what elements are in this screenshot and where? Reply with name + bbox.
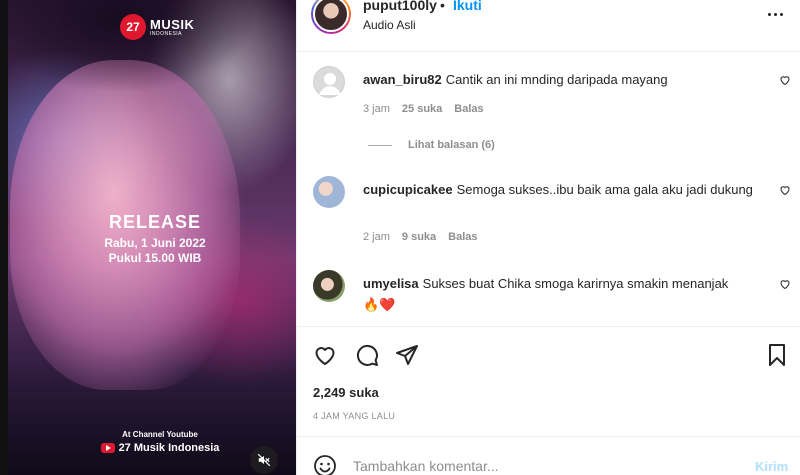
comment-text-block: cupicupicakee Semoga sukses..ibu baik ama… bbox=[363, 179, 763, 200]
comment-icon[interactable] bbox=[355, 343, 379, 367]
more-horizontal-icon[interactable] bbox=[763, 4, 787, 24]
comment-meta: 2 jam 9 suka Balas bbox=[363, 231, 478, 243]
comment-meta: 3 jam 25 suka Balas bbox=[363, 103, 484, 115]
default-avatar-icon bbox=[319, 73, 341, 95]
brand-logo: 27 MUSIK INDONESIA bbox=[120, 14, 194, 40]
action-bar: 2,249 suka 4 JAM YANG LALU bbox=[297, 326, 800, 426]
speaker-muted-glyph bbox=[257, 453, 271, 467]
commenter-avatar[interactable] bbox=[313, 176, 345, 208]
comment-text-block: awan_biru82 Cantik an ini mnding daripada… bbox=[363, 69, 763, 90]
view-replies-button[interactable]: Lihat balasan (6) bbox=[368, 139, 495, 151]
author-username[interactable]: puput100ly bbox=[363, 0, 437, 13]
bookmark-icon[interactable] bbox=[765, 343, 789, 367]
post-header: puput100ly • Ikuti Audio Asli bbox=[297, 0, 800, 52]
smiley-icon[interactable] bbox=[313, 454, 337, 475]
send-icon[interactable] bbox=[395, 343, 419, 367]
likes-count[interactable]: 2,249 suka bbox=[313, 385, 379, 400]
post-comment-button[interactable]: Kirim bbox=[755, 459, 788, 474]
commenter-username[interactable]: cupicupicakee bbox=[363, 182, 453, 197]
channel-info: At Channel Youtube 27 Musik Indonesia bbox=[90, 430, 230, 454]
author-avatar[interactable] bbox=[311, 0, 351, 34]
commenter-avatar[interactable] bbox=[313, 66, 345, 98]
replies-divider bbox=[368, 144, 392, 146]
release-time: Pukul 15.00 WIB bbox=[108, 251, 202, 265]
header-separator: • bbox=[440, 0, 445, 13]
channel-name: 27 Musik Indonesia bbox=[118, 442, 220, 454]
comment-time: 2 jam bbox=[363, 231, 390, 243]
audio-link[interactable]: Audio Asli bbox=[363, 18, 416, 32]
brand-name: MUSIK bbox=[150, 16, 195, 32]
comment-heart-icon[interactable] bbox=[779, 278, 791, 290]
comment-input[interactable] bbox=[353, 453, 733, 475]
post-time: 4 JAM YANG LALU bbox=[313, 411, 396, 421]
reply-button[interactable]: Balas bbox=[448, 231, 477, 243]
commenter-username[interactable]: umyelisa bbox=[363, 276, 419, 291]
comment-text: Semoga sukses..ibu baik ama gala aku jad… bbox=[456, 182, 753, 197]
heart-icon[interactable] bbox=[313, 343, 337, 367]
comment-heart-icon[interactable] bbox=[779, 74, 791, 86]
commenter-avatar[interactable] bbox=[313, 270, 345, 302]
comment-heart-icon[interactable] bbox=[779, 184, 791, 196]
reply-button[interactable]: Balas bbox=[454, 103, 483, 115]
comment-likes[interactable]: 9 suka bbox=[402, 231, 436, 243]
comment-text: Cantik an ini mnding daripada mayang bbox=[445, 72, 668, 87]
youtube-icon bbox=[100, 443, 115, 453]
follow-button[interactable]: Ikuti bbox=[453, 0, 482, 13]
release-date: Rabu, 1 Juni 2022 bbox=[104, 236, 206, 250]
speaker-muted-icon[interactable] bbox=[250, 446, 278, 474]
comment-time: 3 jam bbox=[363, 103, 390, 115]
view-replies-label: Lihat balasan (6) bbox=[408, 139, 495, 151]
brand-number: 27 bbox=[120, 14, 146, 40]
channel-line: At Channel Youtube bbox=[122, 430, 198, 439]
comment-text-block: umyelisa Sukses buat Chika smoga karirnya… bbox=[363, 273, 763, 315]
post-media[interactable]: 27 MUSIK INDONESIA RELEASE Rabu, 1 Juni … bbox=[0, 0, 296, 475]
comment-emoji: 🔥❤️ bbox=[363, 297, 396, 312]
post-panel: puput100ly • Ikuti Audio Asli awan_biru8… bbox=[296, 0, 800, 475]
commenter-username[interactable]: awan_biru82 bbox=[363, 72, 442, 87]
comment-likes[interactable]: 25 suka bbox=[402, 103, 442, 115]
comment-text: Sukses buat Chika smoga karirnya smakin … bbox=[422, 276, 729, 291]
brand-sub: INDONESIA bbox=[150, 30, 183, 37]
add-comment-bar: Kirim bbox=[297, 436, 800, 475]
release-info: RELEASE Rabu, 1 Juni 2022 Pukul 15.00 WI… bbox=[90, 212, 220, 265]
release-title: RELEASE bbox=[108, 212, 202, 232]
